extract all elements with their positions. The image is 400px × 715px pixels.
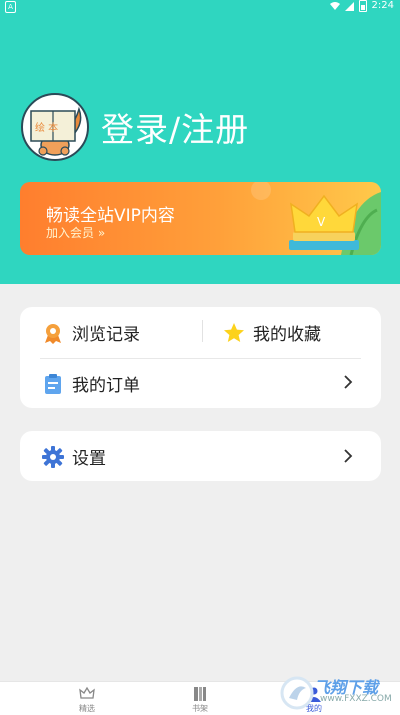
watermark-logo: [280, 676, 314, 710]
tab-featured[interactable]: 精选: [57, 686, 117, 714]
medal-icon: [45, 323, 61, 344]
settings-item[interactable]: 设置: [42, 444, 106, 469]
chevron-right-icon[interactable]: [341, 375, 355, 389]
tab-label: 精选: [79, 704, 95, 713]
menu-card: 浏览记录 我的收藏 我的订单: [20, 307, 381, 408]
tab-bookshelf[interactable]: 书架: [170, 686, 230, 714]
watermark-url: www.FXXZ.COM: [320, 694, 392, 704]
settings-label: 设置: [72, 449, 106, 469]
star-icon: [224, 322, 244, 342]
orders-label: 我的订单: [72, 376, 140, 396]
gear-icon: [42, 445, 64, 468]
history-item[interactable]: 浏览记录: [42, 320, 140, 345]
avatar-book-text: 绘 本: [35, 121, 58, 134]
vip-title: 畅读全站VIP内容: [46, 206, 175, 226]
favorites-label: 我的收藏: [253, 325, 321, 345]
favorites-item[interactable]: 我的收藏: [223, 320, 321, 345]
crown-icon: [79, 686, 95, 699]
status-bar: A 2:24: [0, 0, 400, 14]
fox-reading-icon: 绘 本: [30, 106, 82, 156]
wifi-icon: [329, 2, 340, 10]
clipboard-icon: [45, 373, 61, 394]
vip-badge-letter: V: [317, 215, 326, 229]
avatar[interactable]: 绘 本: [21, 93, 89, 161]
divider: [202, 320, 203, 342]
status-time: 2:24: [371, 0, 394, 11]
join-vip-link[interactable]: 加入会员 »: [46, 224, 105, 241]
bookshelf-icon: [194, 687, 206, 701]
vip-banner[interactable]: 畅读全站VIP内容 加入会员 » V: [20, 182, 381, 255]
battery-icon: [358, 0, 367, 12]
vip-crown-icon: V: [251, 182, 381, 255]
profile-header: A 2:24 绘 本 登录/注册 畅读全站VIP内容 加入会员 » V: [0, 0, 400, 284]
tab-label: 书架: [192, 704, 208, 713]
login-register-link[interactable]: 登录/注册: [101, 103, 249, 151]
orders-item[interactable]: 我的订单: [42, 371, 140, 396]
history-label: 浏览记录: [72, 325, 140, 345]
divider: [40, 358, 361, 359]
chevron-right-icon[interactable]: [341, 449, 355, 463]
notification-icon: A: [5, 1, 16, 13]
settings-card[interactable]: 设置: [20, 431, 381, 481]
signal-icon: [344, 1, 354, 11]
watermark: 飞翔下载 www.FXXZ.COM: [278, 672, 400, 714]
